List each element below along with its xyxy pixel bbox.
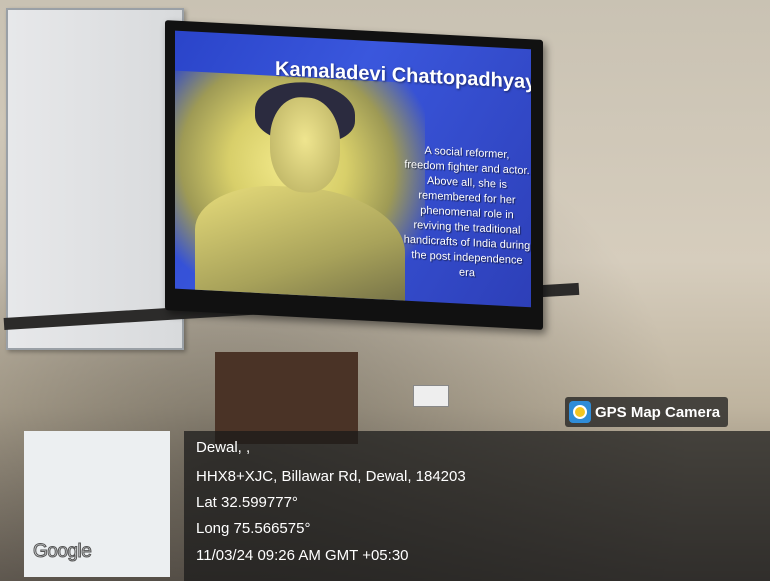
latitude: Lat 32.599777° (196, 494, 298, 511)
portrait-image (175, 70, 425, 308)
gps-badge-label: GPS Map Camera (595, 403, 721, 421)
whiteboard (6, 8, 184, 350)
gps-badge: GPS Map Camera (565, 397, 729, 427)
power-switch (413, 385, 449, 407)
gps-info-panel: Dewal, , HHX8+XJC, Billawar Rd, Dewal, 1… (184, 431, 770, 581)
place-name: Dewal, , (196, 439, 251, 456)
portrait-face (270, 95, 340, 195)
portrait-sari (195, 181, 405, 308)
longitude: Long 75.566575° (196, 520, 311, 537)
map-thumbnail: Google (24, 431, 170, 577)
google-logo: Google (32, 541, 92, 563)
television: Kamaladevi Chattopadhyay A social reform… (165, 20, 543, 330)
timestamp: 11/03/24 09:26 AM GMT +05:30 (196, 547, 409, 564)
gps-map-camera-icon (569, 401, 591, 423)
photo-scene: Kamaladevi Chattopadhyay A social reform… (0, 0, 770, 581)
tv-screen: Kamaladevi Chattopadhyay A social reform… (175, 30, 531, 308)
address: HHX8+XJC, Billawar Rd, Dewal, 184203 (196, 468, 466, 485)
slide-description: A social reformer, freedom fighter and a… (403, 144, 531, 280)
